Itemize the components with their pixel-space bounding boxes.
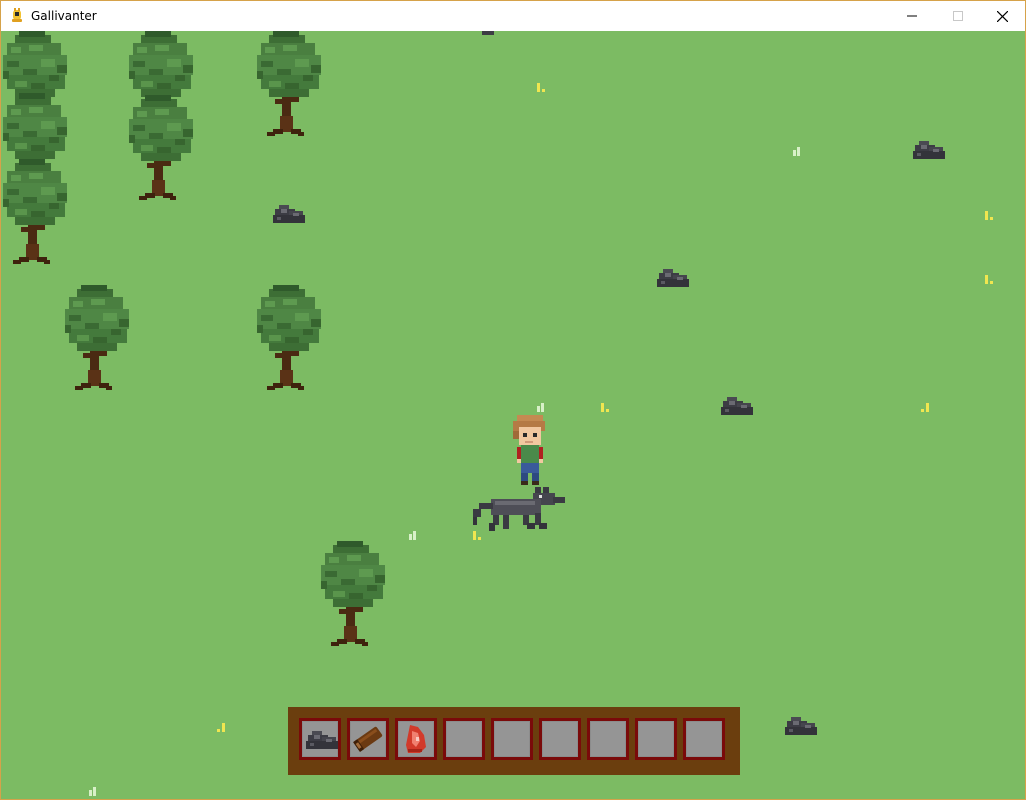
hotbar-slot-3[interactable] xyxy=(395,718,437,760)
wood-log-icon xyxy=(353,726,383,752)
rock-icon xyxy=(721,397,753,415)
minimize-icon xyxy=(907,15,917,17)
flower-icon xyxy=(601,403,610,412)
grass-tuft-icon xyxy=(89,787,99,796)
hotbar-slot-1[interactable] xyxy=(299,718,341,760)
grass-tuft-icon xyxy=(537,403,547,412)
flower-icon xyxy=(985,275,994,284)
title-bar[interactable]: Gallivanter xyxy=(1,1,1025,31)
game-world[interactable] xyxy=(1,31,1025,799)
rock-icon xyxy=(657,269,689,287)
tree-icon xyxy=(63,285,131,391)
maximize-button[interactable] xyxy=(935,1,981,31)
tree-icon xyxy=(127,95,195,201)
game-window: Gallivanter xyxy=(0,0,1026,800)
stone-icon xyxy=(306,731,338,749)
hotbar-slot-5[interactable] xyxy=(491,718,533,760)
flower-icon xyxy=(217,723,226,732)
rock-icon xyxy=(785,717,817,735)
hotbar-slot-7[interactable] xyxy=(587,718,629,760)
rock-icon xyxy=(913,141,945,159)
player-character-icon xyxy=(511,415,547,487)
tree-icon xyxy=(255,285,323,391)
minimize-button[interactable] xyxy=(889,1,935,31)
tree-icon xyxy=(255,31,323,137)
close-icon xyxy=(996,10,1008,22)
hotbar-slot-6[interactable] xyxy=(539,718,581,760)
inventory-hotbar xyxy=(288,707,740,775)
flower-icon xyxy=(985,211,994,220)
tree-icon xyxy=(1,159,69,265)
tree-icon xyxy=(319,541,387,647)
rock-icon xyxy=(482,31,494,35)
close-button[interactable] xyxy=(979,1,1025,31)
window-title: Gallivanter xyxy=(31,9,97,23)
flower-icon xyxy=(537,83,546,92)
pygame-snake-icon xyxy=(12,8,22,22)
flower-icon xyxy=(921,403,930,412)
hotbar-slot-2[interactable] xyxy=(347,718,389,760)
wolf-icon xyxy=(473,487,569,539)
hotbar-slot-8[interactable] xyxy=(635,718,677,760)
rock-icon xyxy=(273,205,305,223)
maximize-icon xyxy=(953,11,963,21)
grass-tuft-icon xyxy=(793,147,803,156)
hotbar-slot-4[interactable] xyxy=(443,718,485,760)
hotbar-slot-9[interactable] xyxy=(683,718,725,760)
raw-meat-icon xyxy=(406,725,426,753)
grass-tuft-icon xyxy=(409,531,419,540)
